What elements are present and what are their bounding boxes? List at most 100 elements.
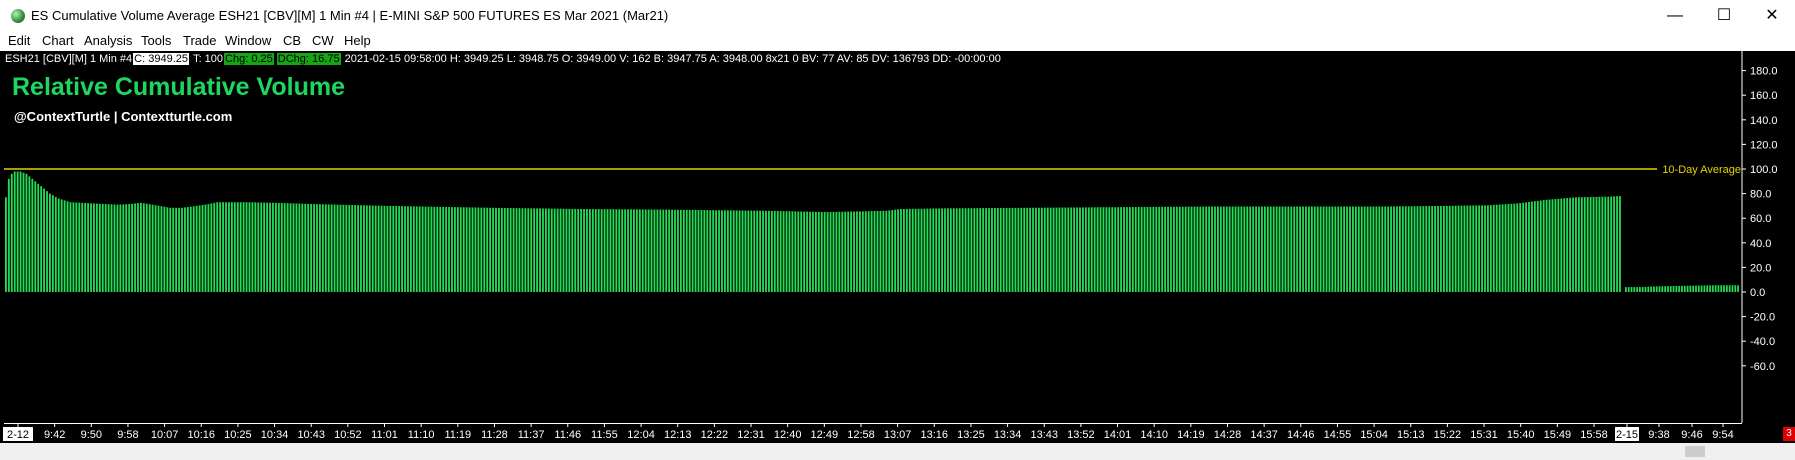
volume-bar (1653, 286, 1655, 293)
volume-bar (985, 208, 987, 292)
volume-bar (354, 205, 357, 292)
volume-bar (1539, 200, 1542, 292)
volume-bar (1419, 206, 1422, 292)
volume-bar (1190, 206, 1193, 292)
volume-bar (888, 210, 891, 292)
menu-tools[interactable]: Tools (141, 33, 171, 48)
volume-bar (286, 203, 289, 292)
volume-bar (289, 203, 292, 292)
volume-bar (1052, 207, 1055, 292)
x-tick-label: 13:16 (921, 429, 949, 441)
horizontal-scrollbar[interactable] (0, 443, 1795, 460)
volume-bar (489, 207, 492, 292)
close-button[interactable]: ✕ (1749, 0, 1795, 31)
volume-bar (1363, 206, 1366, 292)
volume-bar (1038, 207, 1040, 292)
volume-bar (741, 210, 744, 292)
volume-bar (1554, 199, 1557, 292)
volume-bar (949, 208, 952, 292)
volume-bar (31, 178, 34, 292)
volume-bar (357, 205, 359, 292)
alert-count-badge[interactable]: 3 (1783, 427, 1795, 441)
volume-bar (1117, 207, 1120, 292)
volume-bar (1575, 197, 1577, 292)
volume-bar (964, 208, 967, 292)
volume-bar (1305, 206, 1307, 292)
volume-bar (1675, 285, 1678, 292)
volume-bar (324, 204, 327, 292)
volume-bar (40, 186, 43, 292)
volume-bar (571, 208, 574, 292)
volume-bar (500, 207, 503, 292)
volume-bar (1064, 207, 1067, 292)
volume-bar (1672, 286, 1675, 292)
volume-bar (1445, 205, 1448, 292)
scrollbar-thumb[interactable] (1685, 446, 1705, 457)
volume-bar (1507, 203, 1510, 292)
volume-bar (1401, 206, 1404, 292)
volume-bar (844, 211, 847, 292)
volume-bar (1489, 205, 1492, 292)
volume-bar (451, 207, 453, 292)
volume-bar (1531, 201, 1533, 292)
volume-bar (1073, 207, 1076, 292)
x-tick-label: 14:19 (1177, 429, 1205, 441)
menu-analysis[interactable]: Analysis (84, 33, 132, 48)
volume-bar (597, 209, 600, 292)
volume-bar (1607, 196, 1610, 293)
volume-bar (867, 211, 870, 292)
volume-bar (1087, 207, 1090, 292)
volume-bar (254, 202, 257, 292)
menu-trade[interactable]: Trade (183, 33, 216, 48)
volume-bar (1723, 285, 1725, 292)
volume-bar (1134, 207, 1137, 292)
volume-bar (688, 209, 691, 292)
volume-bar (333, 204, 336, 292)
volume-bar (257, 202, 260, 292)
menu-help[interactable]: Help (344, 33, 371, 48)
menu-window[interactable]: Window (225, 33, 271, 48)
y-tick-label: 20.0 (1750, 262, 1771, 274)
volume-bar (988, 208, 990, 292)
menu-edit[interactable]: Edit (8, 33, 30, 48)
volume-bar (1706, 285, 1709, 292)
volume-bar (1372, 206, 1375, 292)
volume-bar (433, 206, 436, 292)
volume-bar (51, 195, 54, 292)
volume-bar (1695, 285, 1697, 292)
menu-chart[interactable]: Chart (42, 33, 74, 48)
volume-bar (395, 206, 398, 292)
volume-bar (976, 208, 979, 292)
volume-bar (1360, 206, 1363, 292)
menu-cb[interactable]: CB (283, 33, 301, 48)
chart-area[interactable]: 10-Day Average 180.0 160.0 140.0 120.0 100.0 8… (0, 51, 1795, 423)
volume-bar (1528, 201, 1530, 292)
maximize-button[interactable]: ☐ (1701, 0, 1747, 31)
info-symbol: ESH21 [CBV][M] 1 Min #4 (5, 53, 133, 65)
volume-bar (518, 208, 521, 292)
volume-bar (1658, 286, 1661, 292)
volume-bar (107, 204, 110, 292)
volume-bar (1287, 206, 1290, 292)
volume-bar (427, 206, 430, 292)
volume-bar (1669, 286, 1672, 292)
volume-bar (1005, 207, 1008, 292)
menu-cw[interactable]: CW (312, 33, 334, 48)
volume-bar (721, 210, 723, 292)
volume-bar (996, 207, 999, 292)
volume-bar (1196, 206, 1199, 292)
volume-bar (1346, 206, 1348, 292)
volume-bar (477, 207, 480, 292)
volume-bar (377, 205, 380, 292)
volume-bar (157, 205, 160, 292)
volume-bar (823, 211, 826, 292)
volume-bar (735, 210, 738, 292)
minimize-button[interactable]: — (1652, 0, 1698, 31)
volume-bar (1261, 206, 1263, 292)
volume-bar (1228, 206, 1231, 292)
volume-bar (60, 199, 63, 292)
volume-bar (1184, 206, 1187, 292)
volume-bar (911, 208, 914, 292)
volume-bar (647, 209, 650, 292)
volume-bar (1667, 286, 1669, 292)
